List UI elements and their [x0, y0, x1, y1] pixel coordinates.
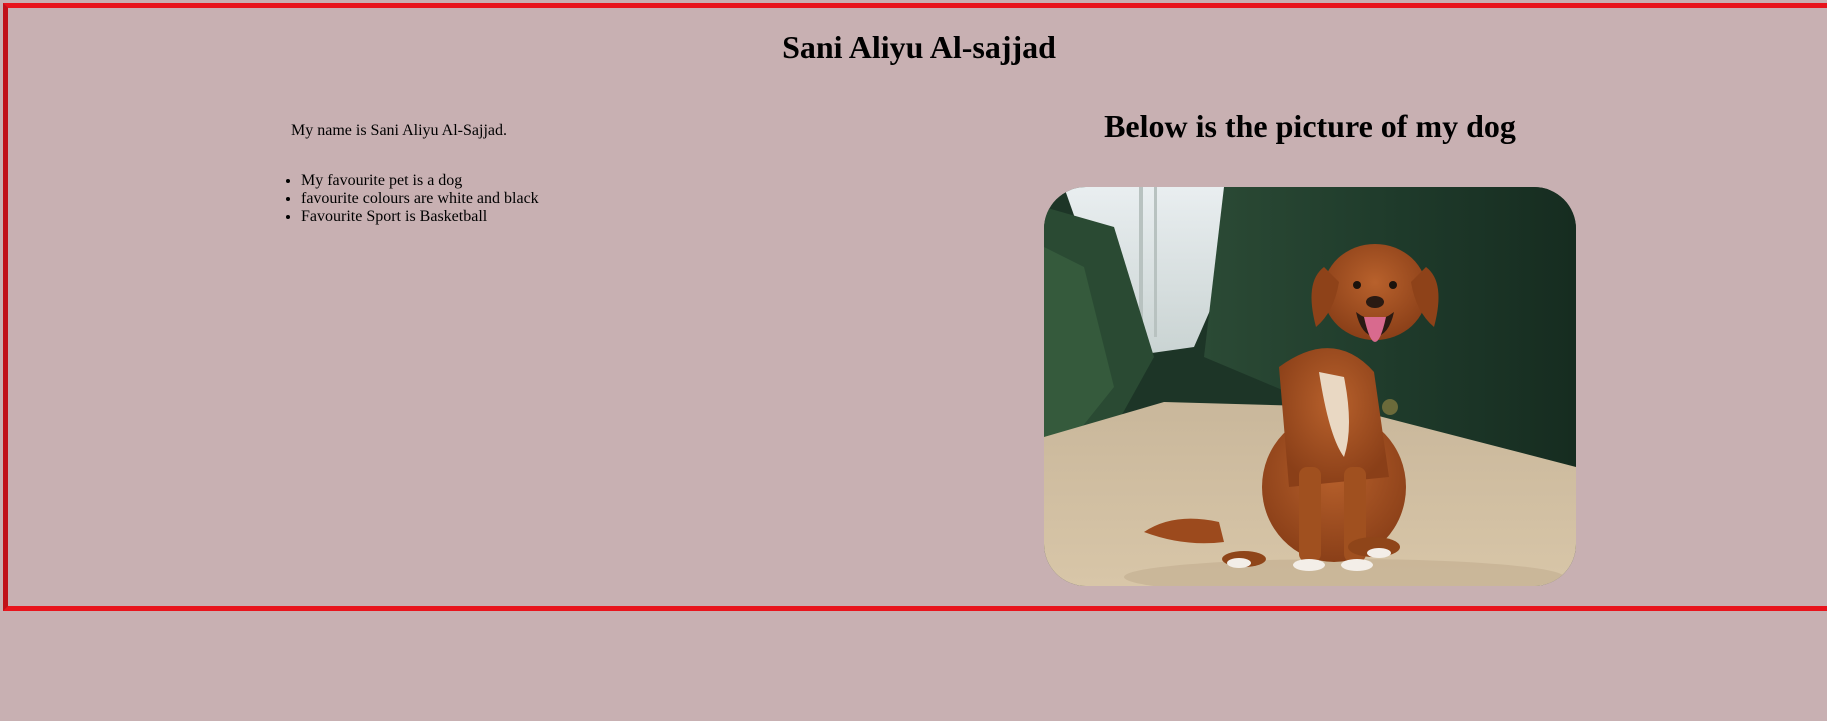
list-item: favourite colours are white and black: [301, 190, 539, 208]
dog-heading: Below is the picture of my dog: [1104, 108, 1516, 144]
dog-photo-image: [1044, 187, 1576, 586]
dog-photo: [1044, 187, 1576, 586]
page-title: Sani Aliyu Al-sajjad: [782, 29, 1056, 65]
intro-text: My name is Sani Aliyu Al-Sajjad.: [291, 122, 507, 139]
list-item: My favourite pet is a dog: [301, 172, 539, 190]
facts-list: My favourite pet is a dog favourite colo…: [272, 172, 539, 226]
list-item: Favourite Sport is Basketball: [301, 208, 539, 226]
